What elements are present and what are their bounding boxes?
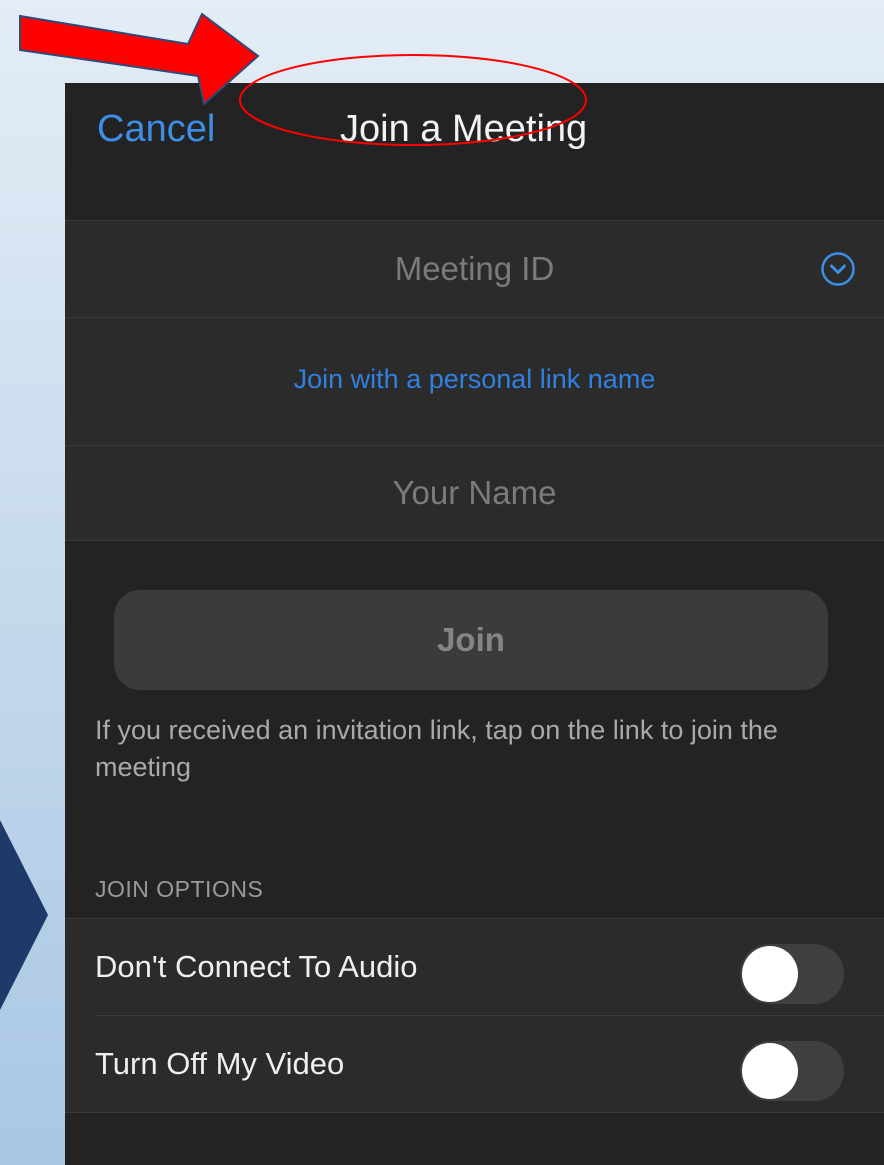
option-label-audio: Don't Connect To Audio	[95, 949, 418, 984]
toggle-knob	[742, 946, 798, 1002]
audio-toggle[interactable]	[740, 944, 844, 1004]
join-options-header: JOIN OPTIONS	[95, 876, 264, 902]
video-toggle[interactable]	[740, 1041, 844, 1101]
cancel-button[interactable]: Cancel	[97, 107, 215, 151]
join-button[interactable]: Join	[114, 590, 828, 690]
toggle-knob	[742, 1043, 798, 1099]
chevron-down-circle-icon[interactable]	[820, 251, 856, 287]
join-options-group: Don't Connect To Audio Turn Off My Video	[65, 918, 884, 1113]
option-label-video: Turn Off My Video	[95, 1046, 345, 1081]
meeting-id-input[interactable]	[65, 221, 884, 317]
option-row-video: Turn Off My Video	[65, 1016, 884, 1113]
your-name-input[interactable]	[65, 446, 884, 540]
red-arrow-icon	[19, 12, 260, 106]
join-meeting-screen: Cancel Join a Meeting Join with a person…	[65, 83, 884, 1165]
navy-chevron-shape	[0, 820, 48, 1010]
red-ellipse-highlight	[239, 54, 587, 146]
personal-link-row: Join with a personal link name	[65, 318, 884, 445]
join-with-personal-link[interactable]: Join with a personal link name	[65, 362, 884, 396]
your-name-row	[65, 445, 884, 541]
invitation-hint: If you received an invitation link, tap …	[95, 715, 778, 782]
meeting-id-row	[65, 220, 884, 318]
option-row-audio: Don't Connect To Audio	[65, 919, 884, 1016]
